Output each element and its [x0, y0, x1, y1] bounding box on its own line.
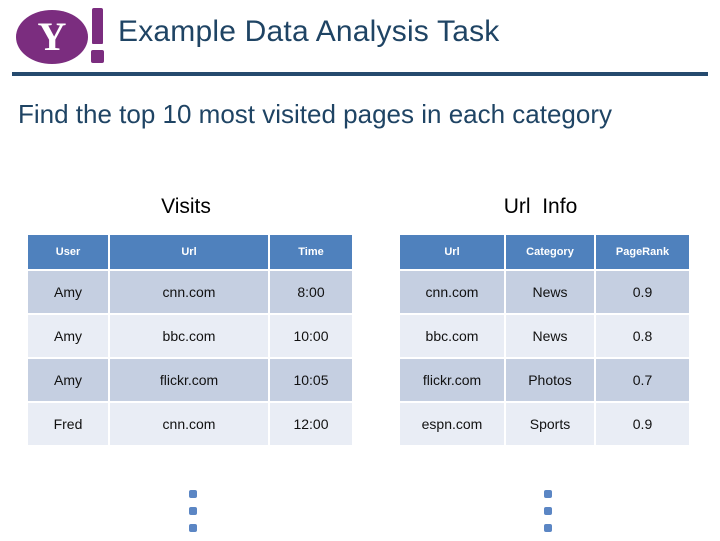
- cell-pagerank: 0.8: [596, 315, 689, 357]
- cell-url: cnn.com: [400, 271, 504, 313]
- table-row: espn.com Sports 0.9: [400, 403, 689, 445]
- cell-url: bbc.com: [400, 315, 504, 357]
- table-row: flickr.com Photos 0.7: [400, 359, 689, 401]
- column-header-category: Category: [506, 235, 594, 269]
- column-header-url: Url: [110, 235, 268, 269]
- cell-pagerank: 0.9: [596, 271, 689, 313]
- title-divider: [12, 72, 708, 76]
- table-row: cnn.com News 0.9: [400, 271, 689, 313]
- column-header-time: Time: [270, 235, 352, 269]
- cell-url: cnn.com: [110, 271, 268, 313]
- cell-pagerank: 0.7: [596, 359, 689, 401]
- cell-category: Photos: [506, 359, 594, 401]
- cell-time: 12:00: [270, 403, 352, 445]
- cell-url: bbc.com: [110, 315, 268, 357]
- ellipsis-dot: [544, 490, 552, 498]
- cell-category: Sports: [506, 403, 594, 445]
- cell-category: News: [506, 271, 594, 313]
- cell-category: News: [506, 315, 594, 357]
- table-header-row: User Url Time: [28, 235, 352, 269]
- logo-letter-y: Y: [37, 14, 67, 59]
- cell-time: 10:05: [270, 359, 352, 401]
- visits-table: User Url Time Amy cnn.com 8:00 Amy bbc.c…: [26, 233, 354, 447]
- cell-user: Amy: [28, 315, 108, 357]
- cell-time: 10:00: [270, 315, 352, 357]
- cell-time: 8:00: [270, 271, 352, 313]
- cell-user: Amy: [28, 359, 108, 401]
- cell-url: flickr.com: [400, 359, 504, 401]
- logo-exclamation-dot: [91, 50, 104, 63]
- column-header-pagerank: PageRank: [596, 235, 689, 269]
- cell-url: flickr.com: [110, 359, 268, 401]
- column-header-user: User: [28, 235, 108, 269]
- cell-url: espn.com: [400, 403, 504, 445]
- table-row: Fred cnn.com 12:00: [28, 403, 352, 445]
- cell-pagerank: 0.9: [596, 403, 689, 445]
- visits-table-block: Visits User Url Time Amy cnn.com 8:00 Am…: [26, 195, 352, 447]
- page-title: Example Data Analysis Task: [118, 15, 500, 48]
- ellipsis-dot: [544, 507, 552, 515]
- table-row: Amy flickr.com 10:05: [28, 359, 352, 401]
- yahoo-logo: Y: [16, 8, 112, 66]
- table-row: Amy cnn.com 8:00: [28, 271, 352, 313]
- ellipsis-dot: [189, 490, 197, 498]
- cell-user: Fred: [28, 403, 108, 445]
- column-header-url: Url: [400, 235, 504, 269]
- ellipsis-dot: [189, 524, 197, 532]
- urlinfo-continuation-ellipsis-icon: [541, 490, 555, 541]
- task-statement: Find the top 10 most visited pages in ea…: [18, 99, 613, 129]
- table-header-row: Url Category PageRank: [400, 235, 689, 269]
- cell-url: cnn.com: [110, 403, 268, 445]
- urlinfo-table: Url Category PageRank cnn.com News 0.9 b…: [398, 233, 691, 447]
- visits-table-caption: Visits: [161, 195, 211, 218]
- urlinfo-table-block: Url Info Url Category PageRank cnn.com N…: [398, 195, 689, 447]
- table-row: Amy bbc.com 10:00: [28, 315, 352, 357]
- slide-header: Y Example Data Analysis Task: [0, 0, 720, 76]
- cell-user: Amy: [28, 271, 108, 313]
- logo-exclamation-stem: [92, 8, 103, 44]
- ellipsis-dot: [189, 507, 197, 515]
- table-row: bbc.com News 0.8: [400, 315, 689, 357]
- visits-continuation-ellipsis-icon: [186, 490, 200, 541]
- ellipsis-dot: [544, 524, 552, 532]
- urlinfo-table-caption: Url Info: [503, 195, 578, 218]
